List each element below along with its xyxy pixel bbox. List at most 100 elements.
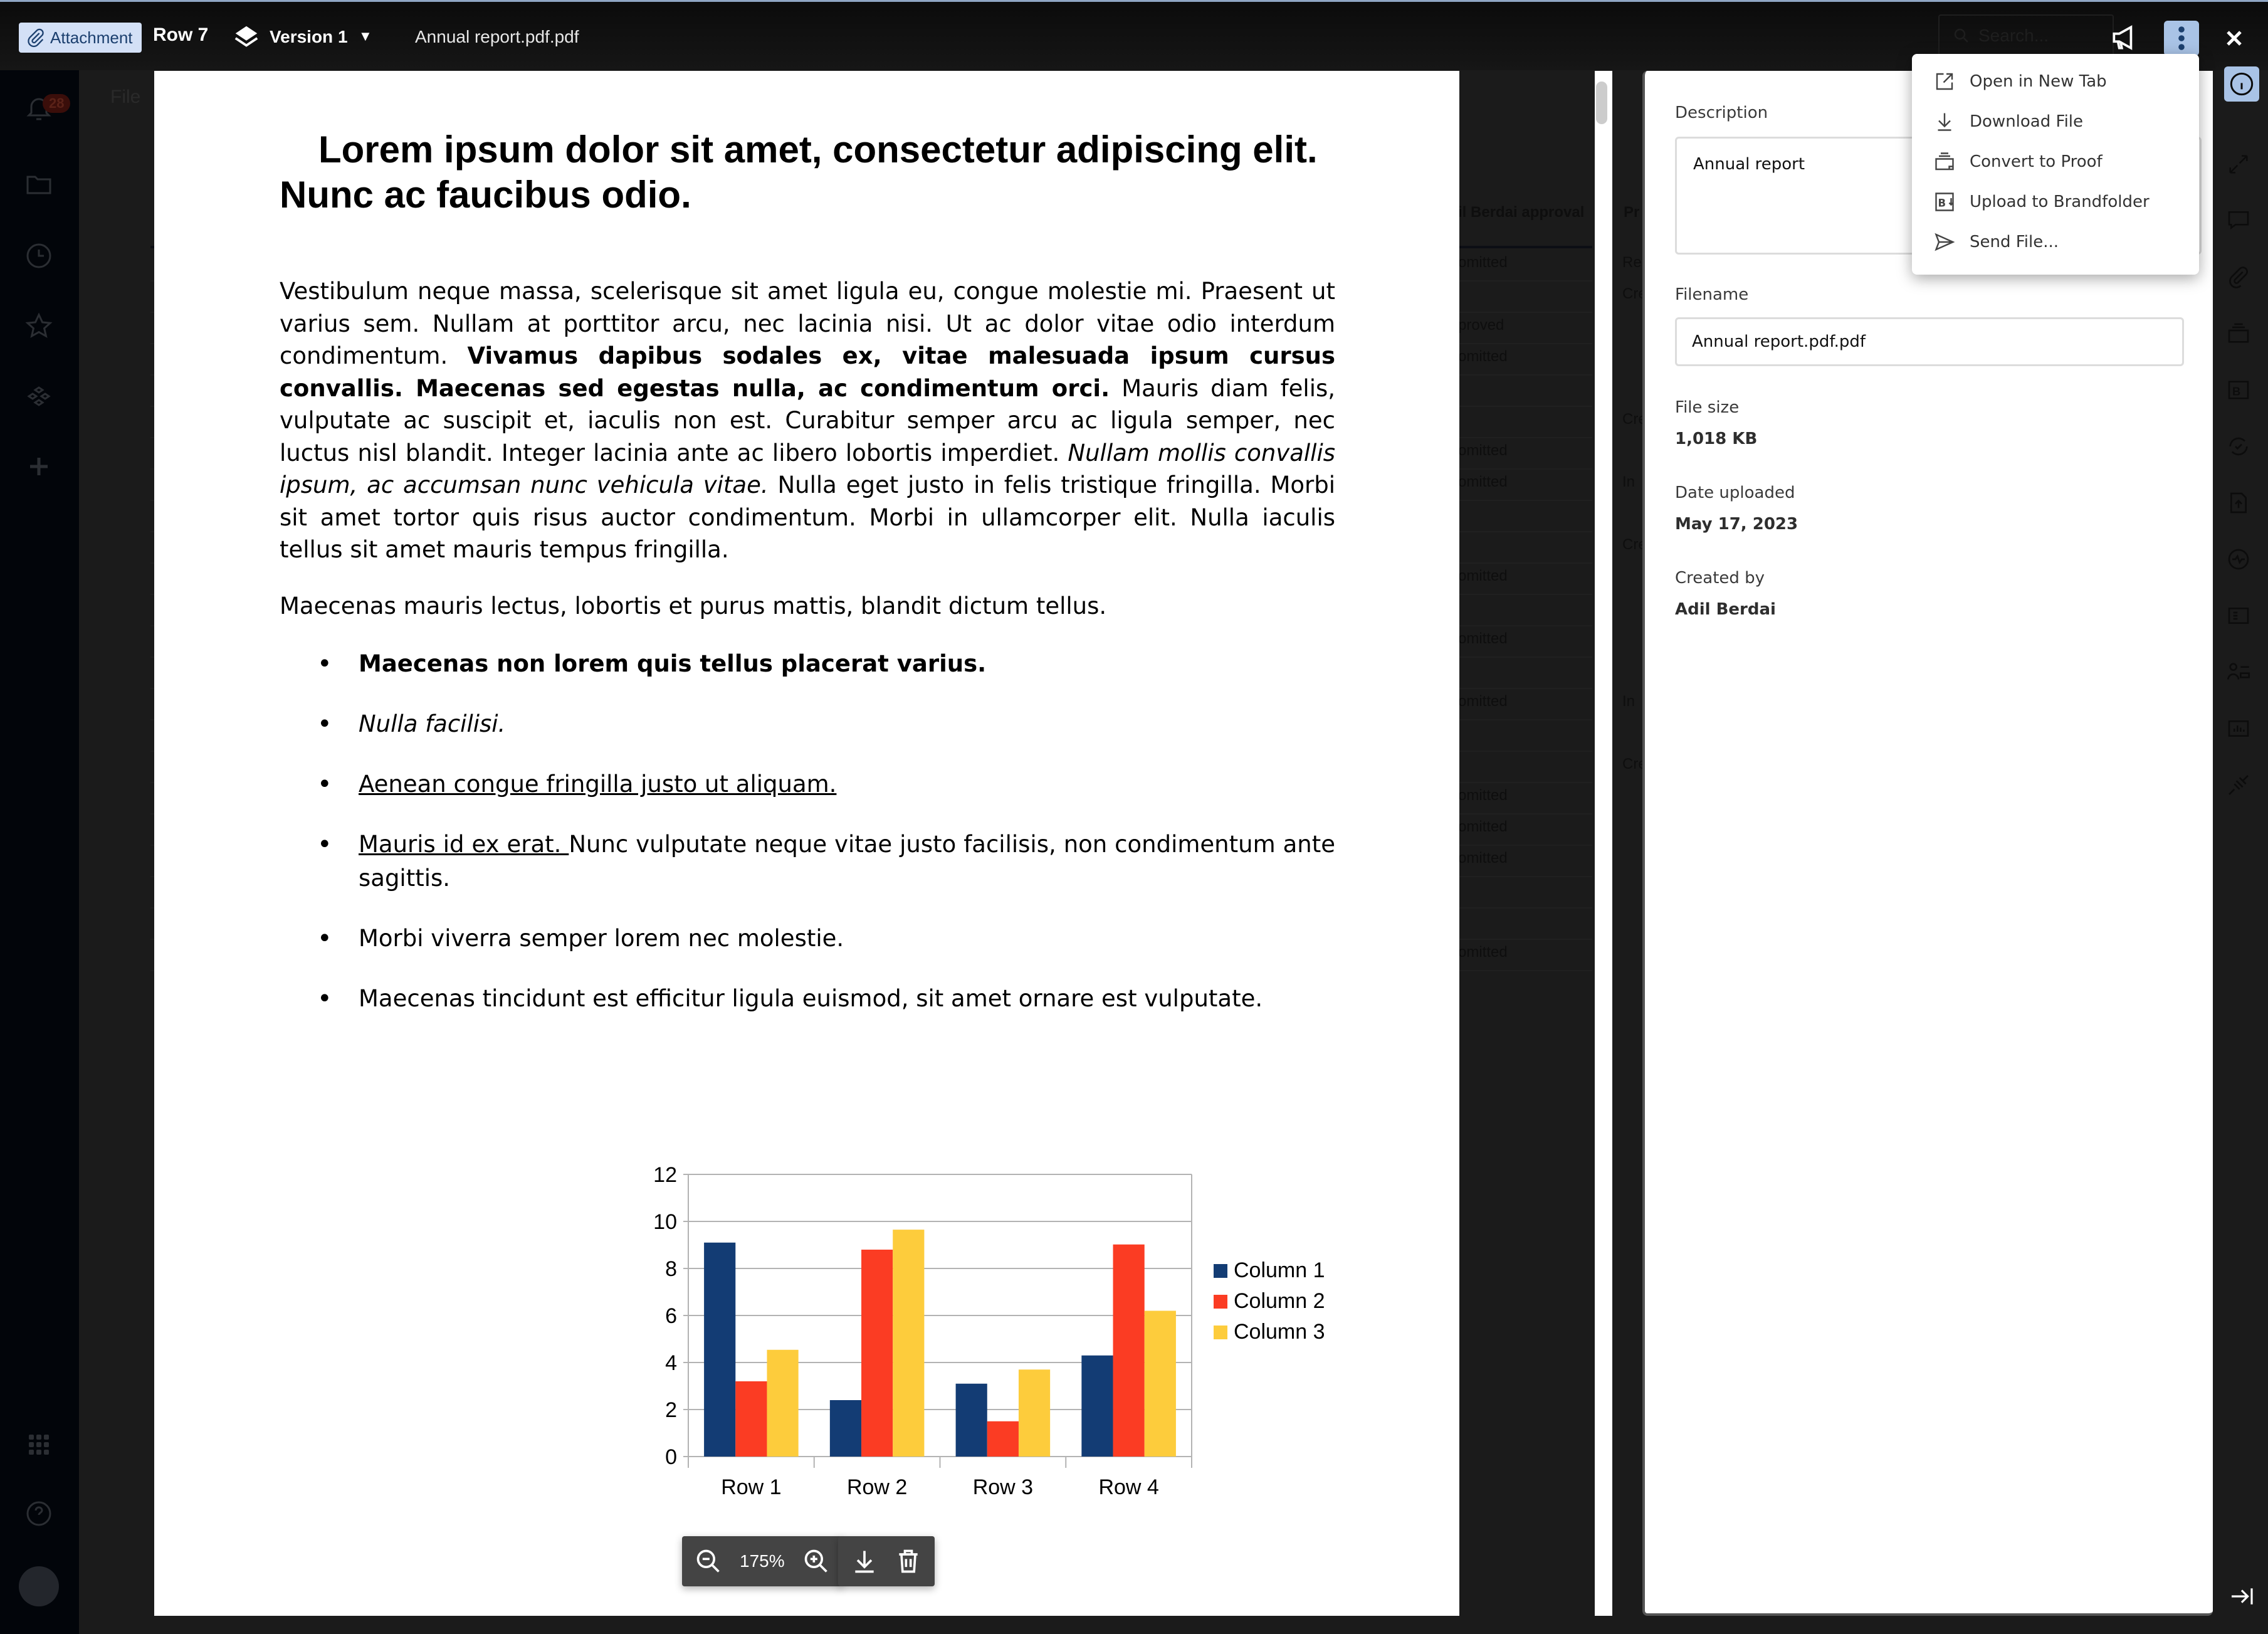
bar-column-2 <box>735 1381 767 1457</box>
zoom-level: 175% <box>740 1551 785 1571</box>
x-tick-label: Row 4 <box>1098 1475 1158 1499</box>
y-tick-label: 2 <box>665 1398 677 1422</box>
filename-label: Filename <box>1675 285 1749 304</box>
proof-icon[interactable] <box>2223 321 2254 346</box>
info-button[interactable] <box>2224 66 2259 102</box>
list-item: Nulla facilisi. <box>280 707 1335 741</box>
notification-badge: 28 <box>43 94 71 113</box>
y-tick-label: 10 <box>653 1210 677 1234</box>
zoom-out-icon[interactable] <box>695 1547 722 1575</box>
bar-column-3 <box>1018 1369 1051 1457</box>
folder-icon[interactable] <box>24 169 54 199</box>
zoom-controls: 175% <box>682 1536 843 1586</box>
download-icon <box>1938 113 1951 131</box>
file-controls <box>838 1536 935 1586</box>
filename-input[interactable]: Annual report.pdf.pdf <box>1675 317 2184 366</box>
scrollbar-track[interactable] <box>1595 71 1612 1616</box>
people-icon[interactable] <box>2223 660 2254 685</box>
menu-item-upload-brandfolder[interactable]: B Upload to Brandfolder <box>1912 182 2199 222</box>
version-selector[interactable]: Version 1 <box>232 23 348 51</box>
app-root: 28 File il Berdai approval Pr omitted Re Cre… <box>0 0 2268 1634</box>
y-tick-label: 4 <box>665 1351 677 1375</box>
zoom-in-icon[interactable] <box>802 1547 830 1575</box>
chart-svg: 0 2 4 6 8 10 12 Row 1 Row 2 Row 3 Row 4 Column 1 Col… <box>653 1163 1325 1499</box>
date-uploaded-value: May 17, 2023 <box>1675 515 1798 534</box>
menu-item-download-file[interactable]: Download File <box>1912 102 2199 142</box>
bg-cell: omitted <box>1458 630 1508 647</box>
list-item-text: Maecenas non lorem quis tellus placerat … <box>359 650 987 677</box>
menu-item-label: Open in New Tab <box>1970 72 2107 91</box>
bg-cell: omitted <box>1458 442 1508 459</box>
more-options-button[interactable] <box>2164 21 2199 56</box>
collapse-panel-icon[interactable] <box>2229 1586 2254 1606</box>
bg-cell: omitted <box>1458 567 1508 584</box>
activity-icon[interactable] <box>2223 547 2254 572</box>
menu-item-send-file[interactable]: Send File... <box>1912 222 2199 262</box>
close-icon <box>2227 31 2242 46</box>
x-tick-label: Row 1 <box>721 1475 781 1499</box>
layers-icon <box>234 26 258 47</box>
clock-icon[interactable] <box>24 241 54 271</box>
document-paragraph-1: Vestibulum neque massa, scelerisque sit … <box>280 275 1335 566</box>
bg-cell: omitted <box>1458 473 1508 490</box>
pdf-content: Lorem ipsum dolor sit amet, consectetur … <box>280 127 1335 1042</box>
plus-icon[interactable] <box>24 451 54 482</box>
apps-grid-icon[interactable] <box>24 1430 54 1460</box>
list-item: Morbi viverra semper lorem nec molestie. <box>280 922 1335 956</box>
help-icon[interactable] <box>24 1499 54 1529</box>
menu-item-convert-to-proof[interactable]: Convert to Proof <box>1912 142 2199 182</box>
bg-menu-file: File <box>110 87 141 107</box>
send-icon <box>1935 233 1955 251</box>
list-item: Mauris id ex erat. Nunc vulputate neque … <box>280 828 1335 895</box>
bg-cell: proved <box>1458 317 1504 334</box>
paperclip-icon <box>28 28 44 48</box>
legend-label: Column 1 <box>1234 1258 1325 1282</box>
bar-column-1 <box>704 1242 736 1457</box>
info-icon <box>2230 72 2254 96</box>
search-input[interactable]: Search... <box>1938 14 2114 57</box>
brandfolder-icon[interactable]: B <box>2223 377 2254 403</box>
star-icon[interactable] <box>24 311 54 341</box>
bar-column-2 <box>987 1421 1019 1457</box>
menu-item-label: Send File... <box>1970 233 2059 251</box>
document-paragraph-2: Maecenas mauris lectus, lobortis et puru… <box>280 592 1107 619</box>
legend-swatch <box>1214 1264 1227 1278</box>
bar-column-2 <box>1113 1244 1145 1457</box>
paperclip-icon[interactable] <box>2223 265 2254 290</box>
file-upload-icon[interactable] <box>2223 490 2254 515</box>
list-item-text: Aenean congue fringilla justo ut aliquam… <box>359 771 837 798</box>
created-by-value: Adil Berdai <box>1675 600 1776 619</box>
scrollbar-thumb[interactable] <box>1596 82 1607 124</box>
bg-cell: In <box>1622 473 1635 490</box>
bar-column-1 <box>829 1400 862 1457</box>
bar-column-1 <box>955 1383 987 1457</box>
x-tick-label: Row 2 <box>847 1475 907 1499</box>
version-label: Version 1 <box>270 27 348 46</box>
list-item: Maecenas tincidunt est efficitur ligula … <box>280 982 1335 1016</box>
filesize-label: File size <box>1675 398 1740 417</box>
comment-icon[interactable] <box>2223 207 2254 232</box>
caret-down-icon[interactable]: ▼ <box>359 28 372 45</box>
expand-icon[interactable] <box>2223 152 2254 177</box>
header-filename: Annual report.pdf.pdf <box>415 27 579 46</box>
sync-icon[interactable] <box>2223 434 2254 459</box>
proof-icon <box>1935 152 1954 171</box>
menu-item-open-new-tab[interactable]: Open in New Tab <box>1912 61 2199 102</box>
solutions-icon[interactable] <box>24 381 54 411</box>
bg-column-header: il Berdai approval <box>1458 204 1585 221</box>
summary-icon[interactable] <box>2223 603 2254 628</box>
bg-column-header: Pr <box>1624 204 1640 221</box>
trash-icon[interactable] <box>895 1547 922 1575</box>
download-icon[interactable] <box>851 1547 878 1575</box>
connector-icon[interactable] <box>2223 772 2254 798</box>
report-icon[interactable] <box>2223 716 2254 741</box>
user-avatar[interactable] <box>19 1566 59 1606</box>
more-options-menu: Open in New Tab Download File Convert to… <box>1912 54 2199 275</box>
legend-swatch <box>1214 1295 1227 1309</box>
bg-cell: omitted <box>1458 944 1508 961</box>
bullet-list: Maecenas non lorem quis tellus placerat … <box>280 647 1335 1016</box>
megaphone-icon[interactable] <box>2109 22 2140 53</box>
close-button[interactable] <box>2217 21 2252 56</box>
description-label: Description <box>1675 103 1768 122</box>
details-panel: Description Annual report Filename Annua… <box>1642 71 2213 1616</box>
